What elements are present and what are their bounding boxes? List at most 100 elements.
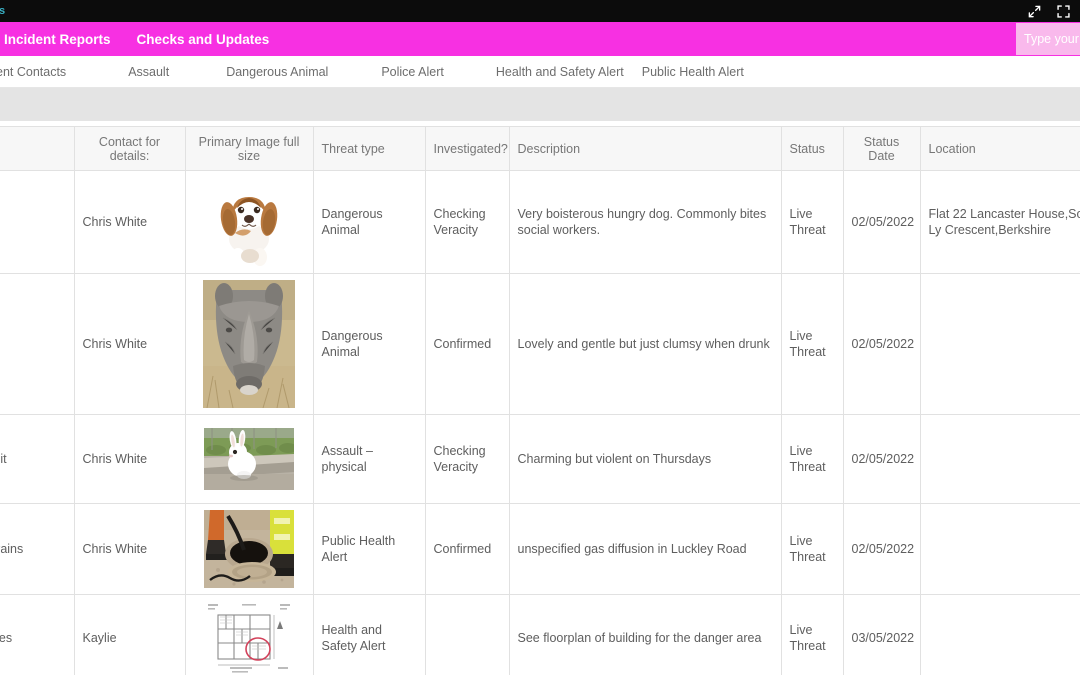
cell-contact: Chris White [74, 414, 186, 504]
cell-name: ino [0, 273, 75, 415]
cell-contact: Chris White [74, 170, 186, 274]
cell-status: Live Threat [781, 170, 844, 274]
row-status-text: Live Threat [789, 622, 826, 654]
incident-table: Contact for details: Primary Image full … [0, 126, 1080, 675]
cell-location [920, 503, 1080, 595]
cell-name [0, 170, 75, 274]
col-header-location[interactable]: Location [920, 126, 1080, 171]
tab-police-alert[interactable]: Police Alert [381, 65, 444, 79]
cell-primary-image[interactable] [185, 414, 314, 504]
cell-threat-type: Dangerous Animal [313, 170, 426, 274]
row-status-text: Live Threat [789, 206, 826, 238]
row-contact-text: Kaylie [82, 630, 117, 645]
row-name-text: ino [0, 336, 66, 353]
row-status-text: Live Threat [789, 533, 826, 565]
cell-contact: Chris White [74, 503, 186, 595]
tab-assault[interactable]: Assault [128, 65, 169, 79]
toolbar-band [0, 88, 1080, 121]
col-header-description[interactable]: Description [509, 126, 782, 171]
table-row[interactable]: ino Chris White [0, 273, 1080, 415]
cell-threat-type: Dangerous Animal [313, 273, 426, 415]
row-status-date-text: 02/05/2022 [851, 214, 915, 229]
row-description-text: Lovely and gentle but just clumsy when d… [517, 336, 770, 351]
cell-description: Lovely and gentle but just clumsy when d… [509, 273, 782, 415]
col-header-investigated[interactable]: Investigated? [425, 126, 510, 171]
cell-description: Very boisterous hungry dog. Commonly bit… [509, 170, 782, 274]
row-status-text: Live Threat [789, 328, 826, 360]
col-header-status-date[interactable]: Status Date [843, 126, 921, 171]
table-row[interactable]: in drains Chris White [0, 503, 1080, 595]
row-name-text: cables [0, 630, 13, 645]
category-tabstrip: ent Contacts Assault Dangerous Animal Po… [0, 56, 1080, 88]
row-contact-text: Chris White [82, 451, 148, 466]
cell-investigated [425, 594, 510, 675]
row-threat-type-text: Public Health Alert [321, 533, 396, 565]
titlebar-controls [1027, 4, 1080, 19]
table-header-row: Contact for details: Primary Image full … [0, 126, 1080, 171]
row-threat-type-text: Dangerous Animal [321, 206, 383, 238]
cell-name: tabbit [0, 414, 75, 504]
cell-status: Live Threat [781, 503, 844, 595]
col-header-primary-image[interactable]: Primary Image full size [185, 126, 314, 171]
cell-status-date: 02/05/2022 [843, 503, 921, 595]
row-investigated-text: Confirmed [433, 541, 492, 556]
search-input[interactable] [1016, 31, 1080, 47]
table-row[interactable]: Chris White Dangerous Animal Checking Ve… [0, 170, 1080, 274]
col-header-contact[interactable]: Contact for details: [74, 126, 186, 171]
row-name-text: in drains [0, 541, 24, 556]
cell-contact: Chris White [74, 273, 186, 415]
cell-threat-type: Assault – physical [313, 414, 426, 504]
titlebar-label: s [0, 5, 6, 17]
row-contact-text: Chris White [82, 214, 148, 229]
col-header-status[interactable]: Status [781, 126, 844, 171]
cell-primary-image[interactable] [185, 170, 314, 274]
tab-health-and-safety-alert[interactable]: Health and Safety Alert [496, 65, 624, 79]
building-floorplan-image[interactable] [202, 601, 296, 675]
white-rabbit-image[interactable] [204, 428, 294, 490]
application-window: s Incident Reports Checks and Updates Ty… [0, 0, 1080, 675]
row-status-date-text: 03/05/2022 [851, 630, 915, 645]
row-description-text: Very boisterous hungry dog. Commonly bit… [517, 206, 767, 238]
row-location-text: Flat 22 Lancaster House,South Ly Crescen… [928, 206, 1080, 238]
incident-table-scroll-area[interactable]: Contact for details: Primary Image full … [0, 126, 1080, 675]
cell-investigated: Checking Veracity [425, 170, 510, 274]
cell-investigated: Checking Veracity [425, 414, 510, 504]
row-contact-text: Chris White [82, 541, 148, 556]
tab-dangerous-animal[interactable]: Dangerous Animal [226, 65, 328, 79]
row-investigated-text: Confirmed [433, 336, 492, 351]
cell-primary-image[interactable] [185, 594, 314, 675]
cell-threat-type: Health and Safety Alert [313, 594, 426, 675]
cell-primary-image[interactable] [185, 273, 314, 415]
nav-item-checks-and-updates[interactable]: Checks and Updates [137, 32, 270, 47]
cell-primary-image[interactable] [185, 503, 314, 595]
row-threat-type-text: Health and Safety Alert [321, 622, 386, 654]
search-box[interactable] [1016, 23, 1080, 55]
open-drain-workers-image[interactable] [204, 510, 294, 588]
cell-description: unspecified gas diffusion in Luckley Roa… [509, 503, 782, 595]
col-header-threat-type[interactable]: Threat type [313, 126, 426, 171]
table-row[interactable]: cables Kaylie [0, 594, 1080, 675]
cell-location [920, 594, 1080, 675]
tab-urgent-contacts[interactable]: ent Contacts [0, 65, 66, 79]
cell-location [920, 273, 1080, 415]
col-header-name[interactable] [0, 126, 75, 171]
row-status-date-text: 02/05/2022 [851, 336, 915, 351]
cell-contact: Kaylie [74, 594, 186, 675]
table-row[interactable]: tabbit Chris White [0, 414, 1080, 504]
expand-diagonal-icon[interactable] [1027, 4, 1042, 19]
tab-public-health-alert[interactable]: Public Health Alert [642, 65, 744, 79]
cell-status-date: 03/05/2022 [843, 594, 921, 675]
fullscreen-icon[interactable] [1056, 4, 1071, 19]
row-threat-type-text: Dangerous Animal [321, 328, 383, 360]
cell-name: in drains [0, 503, 75, 595]
cell-investigated: Confirmed [425, 503, 510, 595]
nav-item-incident-reports[interactable]: Incident Reports [4, 32, 111, 47]
cell-name: cables [0, 594, 75, 675]
cell-location [920, 414, 1080, 504]
beagle-puppy-image[interactable] [209, 177, 289, 267]
rhinoceros-image[interactable] [203, 280, 295, 408]
row-status-text: Live Threat [789, 443, 826, 475]
cell-location: Flat 22 Lancaster House,South Ly Crescen… [920, 170, 1080, 274]
row-investigated-text: Checking Veracity [433, 443, 486, 475]
row-name-text: tabbit [0, 451, 7, 466]
